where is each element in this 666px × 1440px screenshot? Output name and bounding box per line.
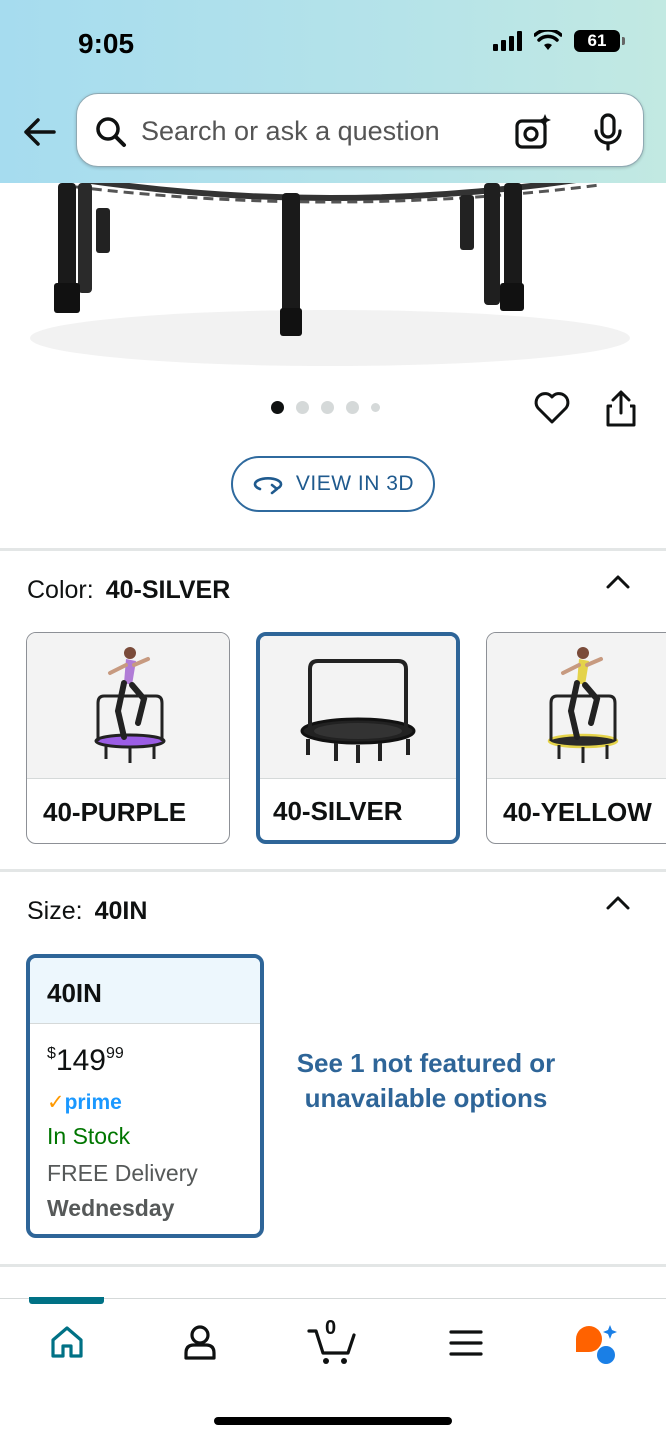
search-icon bbox=[96, 117, 126, 147]
bottom-nav: 0 bbox=[0, 1297, 666, 1440]
rufus-icon[interactable] bbox=[572, 1323, 620, 1365]
status-time: 9:05 bbox=[78, 28, 135, 59]
account-icon[interactable] bbox=[182, 1323, 218, 1361]
size-option-40in[interactable]: 40IN $14999 ✓prime In Stock FREE Deliver… bbox=[26, 954, 264, 1238]
battery-icon: 61 bbox=[574, 30, 625, 52]
price-fraction: 99 bbox=[105, 1045, 124, 1062]
header: 9:05 61 Search or ask a question bbox=[0, 0, 666, 183]
camera-search-icon[interactable] bbox=[513, 112, 553, 152]
menu-icon[interactable] bbox=[448, 1329, 484, 1357]
chevron-up-icon[interactable] bbox=[604, 572, 632, 592]
size-label-text: Size: bbox=[27, 897, 83, 925]
pagination-dot[interactable] bbox=[371, 403, 380, 412]
product-image[interactable] bbox=[0, 183, 666, 373]
active-tab-indicator bbox=[29, 1297, 104, 1304]
pagination-dot[interactable] bbox=[346, 401, 359, 414]
divider bbox=[0, 548, 666, 551]
image-pagination[interactable] bbox=[271, 401, 380, 414]
cart-button[interactable]: 0 bbox=[306, 1317, 358, 1367]
view-in-3d-button[interactable]: VIEW IN 3D bbox=[231, 456, 435, 512]
divider bbox=[0, 869, 666, 872]
cellular-signal-icon bbox=[493, 31, 522, 51]
size-label: Size: 40IN bbox=[27, 897, 147, 926]
prime-badge: ✓prime bbox=[47, 1090, 260, 1115]
delivery-day: Wednesday bbox=[47, 1195, 175, 1221]
see-unavailable-options-link[interactable]: See 1 not featured or unavailable option… bbox=[290, 1046, 562, 1116]
color-label-text: Color: bbox=[27, 576, 94, 604]
pagination-dot[interactable] bbox=[296, 401, 309, 414]
search-bar[interactable]: Search or ask a question bbox=[76, 93, 644, 167]
price-currency: $ bbox=[47, 1045, 56, 1062]
view-in-3d-label: VIEW IN 3D bbox=[295, 472, 415, 495]
divider bbox=[0, 1264, 666, 1267]
color-option-purple[interactable]: 40-PURPLE bbox=[26, 632, 230, 844]
cart-count: 0 bbox=[325, 1317, 337, 1339]
color-option-silver[interactable]: 40-SILVER bbox=[256, 632, 460, 844]
swatch-image bbox=[487, 633, 666, 779]
color-selected-value: 40-SILVER bbox=[105, 576, 231, 604]
prime-check-icon: ✓ bbox=[47, 1091, 65, 1114]
price-whole: 149 bbox=[55, 1044, 106, 1077]
back-arrow-icon[interactable] bbox=[20, 112, 60, 152]
stock-status: In Stock bbox=[47, 1123, 131, 1149]
status-icons: 61 bbox=[493, 30, 625, 52]
microphone-icon[interactable] bbox=[591, 112, 625, 152]
prime-label: prime bbox=[64, 1091, 122, 1114]
delivery-info: FREE Delivery bbox=[47, 1160, 198, 1186]
heart-icon[interactable] bbox=[533, 389, 571, 427]
color-option-label: 40-SILVER bbox=[273, 796, 403, 826]
rotate-3d-icon bbox=[253, 476, 283, 495]
swatch-image bbox=[260, 636, 456, 779]
color-option-yellow[interactable]: 40-YELLOW bbox=[486, 632, 666, 844]
home-icon[interactable] bbox=[48, 1323, 86, 1361]
wifi-icon bbox=[534, 30, 562, 50]
color-label: Color: 40-SILVER bbox=[27, 576, 230, 605]
color-option-label: 40-PURPLE bbox=[43, 797, 187, 827]
size-option-name: 40IN bbox=[30, 958, 260, 1024]
swatch-image bbox=[27, 633, 229, 779]
share-icon[interactable] bbox=[604, 389, 638, 429]
home-indicator bbox=[214, 1417, 452, 1425]
trampoline-photo bbox=[30, 183, 630, 366]
price: $14999 bbox=[47, 1044, 260, 1078]
search-input[interactable]: Search or ask a question bbox=[141, 116, 440, 147]
color-option-label: 40-YELLOW bbox=[503, 797, 652, 827]
pagination-dot[interactable] bbox=[271, 401, 284, 414]
size-selected-value: 40IN bbox=[94, 897, 148, 925]
chevron-up-icon[interactable] bbox=[604, 893, 632, 913]
pagination-dot[interactable] bbox=[321, 401, 334, 414]
